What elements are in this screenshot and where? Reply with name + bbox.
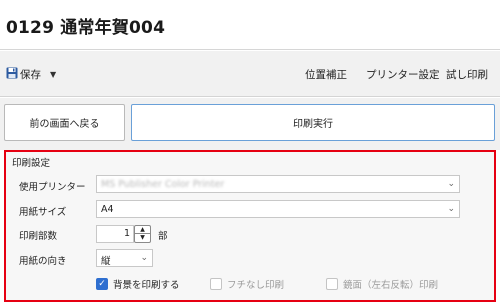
paper-size-label: 用紙サイズ (19, 207, 67, 218)
printer-label: 使用プリンター (19, 182, 86, 193)
printer-select-value: MS Publisher Color Printer (101, 179, 225, 190)
mirror-print-checkbox[interactable]: 鏡面（左右反転）印刷 (326, 277, 438, 291)
chevron-down-icon: ⌄ (140, 253, 148, 263)
checkbox-empty-icon (210, 278, 222, 290)
print-background-label: 背景を印刷する (113, 280, 180, 291)
chevron-down-icon: ⌄ (447, 179, 455, 189)
save-label: 保存 (20, 68, 41, 81)
borderless-checkbox[interactable]: フチなし印刷 (210, 277, 284, 291)
orientation-select[interactable]: 縦 ⌄ (96, 249, 153, 267)
checkbox-empty-icon (326, 278, 338, 290)
copies-label: 印刷部数 (19, 231, 58, 242)
title-bar: 0129 通常年賀004 (0, 0, 500, 50)
printer-select[interactable]: MS Publisher Color Printer ⌄ (96, 175, 460, 193)
floppy-disk-icon (6, 67, 18, 82)
printer-settings-button[interactable]: プリンター設定 (366, 67, 440, 82)
paper-size-select[interactable]: A4 ⌄ (96, 200, 460, 218)
borderless-label: フチなし印刷 (227, 280, 285, 291)
checkbox-checked-icon: ✓ (96, 278, 108, 290)
paper-size-value: A4 (101, 204, 114, 215)
print-background-checkbox[interactable]: ✓ 背景を印刷する (96, 277, 180, 291)
caret-down-icon[interactable]: ▼ (50, 70, 56, 79)
orientation-value: 縦 (101, 256, 111, 267)
section-title: 印刷設定 (12, 158, 51, 169)
chevron-down-icon: ⌄ (447, 204, 455, 214)
print-execute-button[interactable]: 印刷実行 (131, 104, 495, 141)
copies-stepper[interactable]: ▲ ▼ (134, 225, 151, 243)
page-title: 0129 通常年賀004 (6, 18, 166, 38)
copies-input[interactable]: 1 (96, 225, 134, 243)
save-button[interactable]: 保存 ▼ (6, 65, 56, 83)
back-button[interactable]: 前の画面へ戻る (4, 104, 125, 141)
test-print-button[interactable]: 試し印刷 (446, 67, 488, 82)
orientation-label: 用紙の向き (19, 256, 67, 267)
toolbar: 保存 ▼ 位置補正 プリンター設定 試し印刷 (0, 51, 500, 97)
mirror-print-label: 鏡面（左右反転）印刷 (343, 280, 439, 291)
copies-unit: 部 (158, 231, 168, 242)
position-correction-button[interactable]: 位置補正 (305, 67, 347, 82)
stepper-up-icon[interactable]: ▲ (135, 226, 150, 234)
stepper-down-icon[interactable]: ▼ (135, 234, 150, 242)
action-bar: 前の画面へ戻る 印刷実行 (0, 98, 500, 150)
